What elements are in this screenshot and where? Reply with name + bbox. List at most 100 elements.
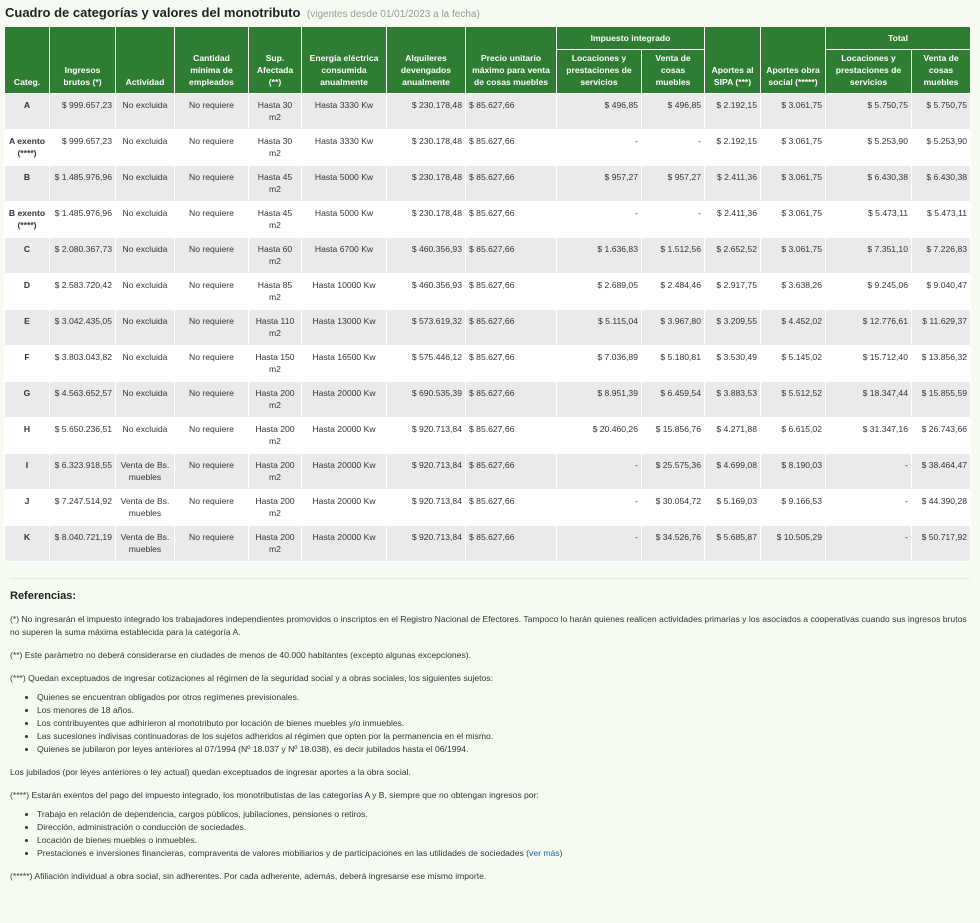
list-item: Trabajo en relación de dependencia, carg… xyxy=(37,808,970,821)
tot-servicios-cell: $ 5.473,11 xyxy=(825,201,912,238)
superficie-cell: Hasta 60 m2 xyxy=(248,237,302,274)
table-row: I $ 6.323.918,55 Venta de Bs. muebles No re… xyxy=(4,453,972,490)
list-item: Las sucesiones indivisas continuadoras d… xyxy=(37,730,970,743)
category-cell: A xyxy=(4,93,50,130)
obra-social-cell: $ 5.145,02 xyxy=(760,345,826,382)
imp-servicios-cell: $ 5.115,04 xyxy=(556,309,642,346)
header-ingresos: Ingresos brutos (*) xyxy=(49,26,116,94)
precio-cell: $ 85.627,66 xyxy=(465,489,557,526)
ref-note-4: Los jubilados (por leyes anteriores o le… xyxy=(10,767,411,777)
imp-servicios-cell: - xyxy=(556,453,642,490)
alquileres-cell: $ 573.619,32 xyxy=(386,309,466,346)
empleados-cell: No requiere xyxy=(174,417,249,454)
header-sipa: Aportes al SIPA (***) xyxy=(704,26,761,94)
energia-cell: Hasta 5000 Kw xyxy=(301,201,387,238)
category-cell: K xyxy=(4,525,50,562)
precio-cell: $ 85.627,66 xyxy=(465,201,557,238)
monotributo-table: Categ. Ingresos brutos (*) Actividad Can… xyxy=(4,26,972,562)
sipa-cell: $ 2.411,36 xyxy=(704,201,761,238)
energia-cell: Hasta 3330 Kw xyxy=(301,93,387,130)
tot-servicios-cell: $ 6.430,38 xyxy=(825,165,912,202)
sipa-cell: $ 3.883,53 xyxy=(704,381,761,418)
tot-venta-cell: $ 26.743,66 xyxy=(910,417,972,454)
table-row: B exento (****) $ 1.485.976,96 No excluida… xyxy=(4,201,972,238)
imp-servicios-cell: - xyxy=(556,129,642,166)
obra-social-cell: $ 9.166,53 xyxy=(760,489,826,526)
table-row: J $ 7.247.514,92 Venta de Bs. muebles No re… xyxy=(4,489,972,526)
ingresos-cell: $ 1.485.976,96 xyxy=(49,165,116,202)
imp-servicios-cell: $ 8.951,39 xyxy=(556,381,642,418)
header-alquileres: Alquileres devengados anualmente xyxy=(386,26,466,94)
header-imp-venta: Venta de cosas muebles xyxy=(641,49,705,94)
category-cell: B xyxy=(4,165,50,202)
energia-cell: Hasta 20000 Kw xyxy=(301,381,387,418)
sipa-cell: $ 3.209,55 xyxy=(704,309,761,346)
actividad-cell: No excluida xyxy=(115,237,175,274)
page-subtitle: (vigentes desde 01/01/2023 a la fecha) xyxy=(306,9,480,20)
actividad-cell: Venta de Bs. muebles xyxy=(115,453,175,490)
category-cell: D xyxy=(4,273,50,310)
tot-venta-cell: $ 11.629,37 xyxy=(910,309,972,346)
tot-servicios-cell: $ 5.750,75 xyxy=(825,93,912,130)
ver-mas-link[interactable]: ver más xyxy=(529,848,560,858)
alquileres-cell: $ 920.713,84 xyxy=(386,525,466,562)
empleados-cell: No requiere xyxy=(174,273,249,310)
obra-social-cell: $ 10.505,29 xyxy=(760,525,826,562)
ingresos-cell: $ 999.657,23 xyxy=(49,129,116,166)
ingresos-cell: $ 8.040.721,19 xyxy=(49,525,116,562)
ingresos-cell: $ 6.323.918,55 xyxy=(49,453,116,490)
empleados-cell: No requiere xyxy=(174,309,249,346)
references-heading: Referencias: xyxy=(10,590,77,602)
list-item-text: Prestaciones e inversiones financieras, … xyxy=(37,848,530,858)
superficie-cell: Hasta 200 m2 xyxy=(248,453,302,490)
table-row: F $ 3.803.043,82 No excluida No requiere Has… xyxy=(4,345,972,382)
list-item: Los menores de 18 años. xyxy=(37,704,970,717)
imp-venta-cell: - xyxy=(641,129,705,166)
obra-social-cell: $ 3.061,75 xyxy=(760,93,826,130)
superficie-cell: Hasta 200 m2 xyxy=(248,417,302,454)
tot-servicios-cell: $ 15.712,40 xyxy=(825,345,912,382)
empleados-cell: No requiere xyxy=(174,129,249,166)
header-tot-servicios: Locaciones y prestaciones de servicios xyxy=(825,49,912,94)
actividad-cell: No excluida xyxy=(115,165,175,202)
header-energia: Energía eléctrica consumida anualmente xyxy=(301,26,387,94)
ingresos-cell: $ 3.042.435,05 xyxy=(49,309,116,346)
ingresos-cell: $ 3.803.043,82 xyxy=(49,345,116,382)
tot-venta-cell: $ 5.750,75 xyxy=(910,93,972,130)
alquileres-cell: $ 690.535,39 xyxy=(386,381,466,418)
ingresos-cell: $ 999.657,23 xyxy=(49,93,116,130)
tot-servicios-cell: - xyxy=(825,525,912,562)
imp-venta-cell: $ 34.526,76 xyxy=(641,525,705,562)
precio-cell: $ 85.627,66 xyxy=(465,129,557,166)
empleados-cell: No requiere xyxy=(174,345,249,382)
actividad-cell: No excluida xyxy=(115,93,175,130)
alquileres-cell: $ 460.356,93 xyxy=(386,273,466,310)
alquileres-cell: $ 230.178,48 xyxy=(386,93,466,130)
list-item: Locación de bienes muebles o inmuebles. xyxy=(37,834,970,847)
sipa-cell: $ 5.169,03 xyxy=(704,489,761,526)
table-row: D $ 2.583.720,42 No excluida No requiere Has… xyxy=(4,273,972,310)
ingresos-cell: $ 5.650.236,51 xyxy=(49,417,116,454)
list-item: Quienes se jubilaron por leyes anteriore… xyxy=(37,743,970,756)
precio-cell: $ 85.627,66 xyxy=(465,165,557,202)
alquileres-cell: $ 230.178,48 xyxy=(386,165,466,202)
header-imp-servicios: Locaciones y prestaciones de servicios xyxy=(556,49,642,94)
superficie-cell: Hasta 30 m2 xyxy=(248,93,302,130)
actividad-cell: No excluida xyxy=(115,381,175,418)
imp-servicios-cell: $ 7.036,89 xyxy=(556,345,642,382)
imp-servicios-cell: $ 20.460,26 xyxy=(556,417,642,454)
imp-servicios-cell: - xyxy=(556,525,642,562)
ref-note-1: (*) No ingresarán el impuesto integrado … xyxy=(10,614,967,637)
category-cell: B exento (****) xyxy=(4,201,50,238)
sipa-cell: $ 3.530,49 xyxy=(704,345,761,382)
tot-servicios-cell: $ 18.347,44 xyxy=(825,381,912,418)
sipa-cell: $ 2.917,75 xyxy=(704,273,761,310)
actividad-cell: No excluida xyxy=(115,309,175,346)
precio-cell: $ 85.627,66 xyxy=(465,345,557,382)
tot-servicios-cell: $ 31.347,16 xyxy=(825,417,912,454)
obra-social-cell: $ 3.061,75 xyxy=(760,129,826,166)
header-precio: Precio unitario máximo para venta de cos… xyxy=(465,26,557,94)
table-row: K $ 8.040.721,19 Venta de Bs. muebles No re… xyxy=(4,525,972,562)
imp-venta-cell: $ 3.967,80 xyxy=(641,309,705,346)
alquileres-cell: $ 460.356,93 xyxy=(386,237,466,274)
